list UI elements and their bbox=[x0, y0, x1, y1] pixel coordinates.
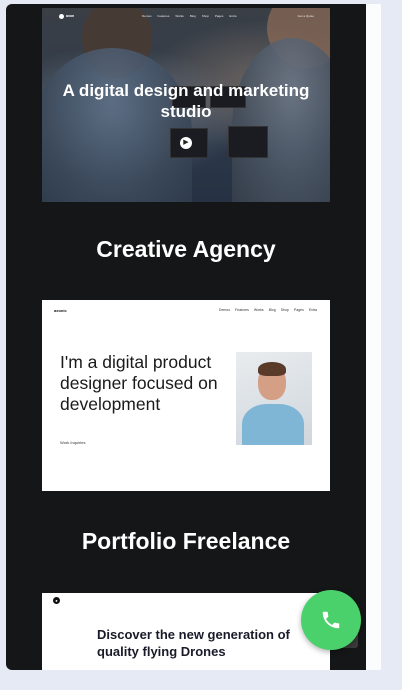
preview-nav-link: Pages bbox=[293, 308, 304, 312]
preview-nav-link: Features bbox=[157, 14, 170, 18]
demo-preview-portfolio-freelance[interactable]: axonic Demos Features Works Blog Shop Pa… bbox=[42, 300, 330, 491]
scrollbar[interactable] bbox=[366, 4, 381, 670]
demo-preview-drones[interactable]: ● Discover the new generation of quality… bbox=[42, 593, 330, 670]
preview-small-text: Work Inquiries bbox=[60, 440, 86, 445]
demo-preview-creative-agency[interactable]: axon Demos Features Works Blog Shop Page… bbox=[42, 8, 330, 202]
phone-icon bbox=[322, 611, 340, 629]
preview-heading: I'm a digital product designer focused o… bbox=[60, 352, 218, 414]
preview-nav-link: Works bbox=[253, 308, 264, 312]
portrait-image bbox=[236, 352, 312, 445]
preview-nav-link: Blog bbox=[268, 308, 276, 312]
preview-nav-links: Demos Features Works Blog Shop Pages Ext… bbox=[219, 308, 317, 312]
preview-heading: Discover the new generation of quality f… bbox=[97, 627, 290, 659]
preview-logo: axonic bbox=[54, 308, 67, 313]
preview-hero-title: A digital design and marketing studio bbox=[62, 81, 310, 121]
preview-nav: axon Demos Features Works Blog Shop Page… bbox=[42, 8, 330, 24]
demo-title-creative-agency[interactable]: Creative Agency bbox=[6, 236, 366, 263]
preview-nav-link: Extra bbox=[308, 308, 317, 312]
preview-nav-link: Demos bbox=[142, 14, 152, 18]
preview-nav-link: Shop bbox=[280, 308, 289, 312]
play-icon: ▶ bbox=[180, 137, 192, 149]
preview-nav-link: Works bbox=[175, 14, 184, 18]
preview-nav-link: Features bbox=[235, 308, 249, 312]
preview-nav-link: Blog bbox=[189, 14, 196, 18]
preview-nav-link: Demos bbox=[218, 308, 231, 312]
preview-nav-link: Shop bbox=[201, 14, 209, 18]
demo-list-panel: axon Demos Features Works Blog Shop Page… bbox=[6, 4, 366, 670]
preview-nav-link: Extra bbox=[229, 14, 237, 18]
logo-icon bbox=[59, 14, 64, 19]
preview-cta: Get a Quote bbox=[297, 14, 314, 18]
logo-icon: ● bbox=[53, 597, 60, 604]
preview-nav-link: Pages bbox=[214, 14, 224, 18]
call-button[interactable] bbox=[301, 590, 361, 650]
demo-title-portfolio-freelance[interactable]: Portfolio Freelance bbox=[6, 528, 366, 555]
preview-nav-links: Demos Features Works Blog Shop Pages Ext… bbox=[142, 14, 236, 18]
preview-logo: axon bbox=[66, 14, 75, 18]
